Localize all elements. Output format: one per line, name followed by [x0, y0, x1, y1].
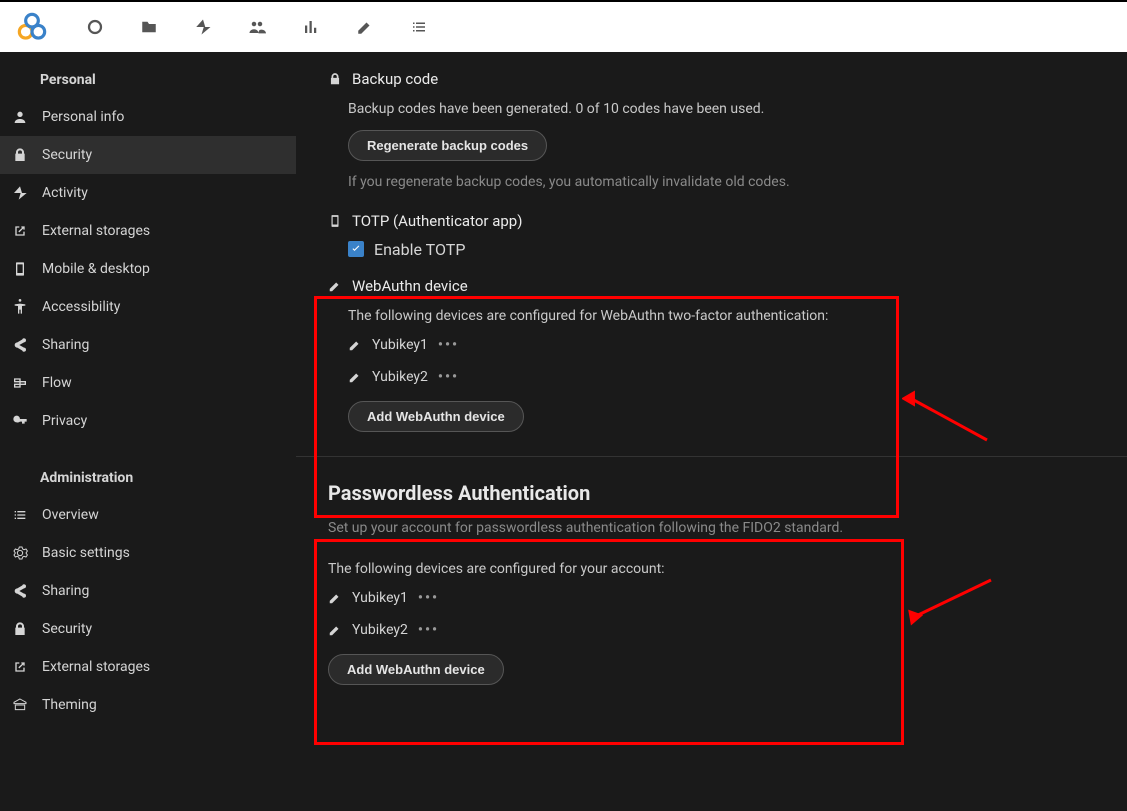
- device-actions-menu[interactable]: •••: [438, 370, 459, 384]
- sidebar-item-label: Sharing: [42, 583, 89, 599]
- sidebar-item-label: Security: [42, 621, 92, 637]
- sidebar-item-label: Security: [42, 147, 92, 163]
- sidebar-item-basic-settings[interactable]: Basic settings: [0, 534, 296, 572]
- sidebar-item-overview[interactable]: Overview: [0, 496, 296, 534]
- passwordless-configured-text: The following devices are configured for…: [328, 558, 1107, 580]
- sidebar-item-mobile-desktop[interactable]: Mobile & desktop: [0, 250, 296, 288]
- nav-list-icon[interactable]: [392, 2, 446, 52]
- totp-section-header: TOTP (Authenticator app): [328, 212, 1107, 230]
- nav-users-icon[interactable]: [230, 2, 284, 52]
- user-icon: [12, 109, 28, 125]
- sidebar-item-admin-security[interactable]: Security: [0, 610, 296, 648]
- external-icon: [12, 223, 28, 239]
- nav-edit-icon[interactable]: [338, 2, 392, 52]
- sidebar-item-label: Activity: [42, 185, 88, 201]
- nav-files-icon[interactable]: [122, 2, 176, 52]
- app-logo[interactable]: [8, 3, 56, 51]
- passwordless-desc: Set up your account for passwordless aut…: [328, 517, 1107, 539]
- pencil-icon: [328, 279, 342, 293]
- sidebar-item-external-storages[interactable]: External storages: [0, 212, 296, 250]
- regenerate-backup-codes-button[interactable]: Regenerate backup codes: [348, 130, 547, 161]
- webauthn-title: WebAuthn device: [352, 277, 468, 295]
- backup-warning-text: If you regenerate backup codes, you auto…: [348, 171, 1107, 193]
- add-webauthn-device-button-2[interactable]: Add WebAuthn device: [328, 654, 504, 685]
- lock-icon: [12, 147, 28, 163]
- webauthn-device-name: Yubikey1: [372, 337, 428, 353]
- webauthn-device-row: Yubikey2 •••: [348, 369, 1107, 385]
- totp-title: TOTP (Authenticator app): [352, 212, 522, 230]
- nav-dashboard-icon[interactable]: [68, 2, 122, 52]
- sidebar-item-activity[interactable]: Activity: [0, 174, 296, 212]
- gear-icon: [12, 545, 28, 561]
- section-divider: [296, 456, 1127, 457]
- sidebar-item-label: Sharing: [42, 337, 89, 353]
- pencil-icon: [348, 370, 362, 384]
- pencil-icon: [328, 623, 342, 637]
- sidebar-item-label: Overview: [42, 507, 99, 523]
- passwordless-device-name: Yubikey2: [352, 622, 408, 638]
- sidebar-item-label: External storages: [42, 223, 150, 239]
- flow-icon: [12, 375, 28, 391]
- backup-code-section-header: Backup code: [328, 70, 1107, 88]
- sidebar-item-admin-sharing[interactable]: Sharing: [0, 572, 296, 610]
- webauthn-device-name: Yubikey2: [372, 369, 428, 385]
- passwordless-device-row: Yubikey1 •••: [328, 590, 1107, 606]
- device-actions-menu[interactable]: •••: [418, 591, 439, 605]
- key-icon: [12, 413, 28, 429]
- webauthn-device-row: Yubikey1 •••: [348, 337, 1107, 353]
- sidebar-item-flow[interactable]: Flow: [0, 364, 296, 402]
- webauthn-section-header: WebAuthn device: [328, 277, 1107, 295]
- sidebar-item-label: External storages: [42, 659, 150, 675]
- share-icon: [12, 337, 28, 353]
- main-content: Backup code Backup codes have been gener…: [296, 52, 1127, 811]
- sidebar-item-security[interactable]: Security: [0, 136, 296, 174]
- sidebar-item-accessibility[interactable]: Accessibility: [0, 288, 296, 326]
- sidebar-header-admin: Administration: [0, 458, 296, 496]
- device-actions-menu[interactable]: •••: [418, 623, 439, 637]
- sidebar: Personal Personal info Security Activity…: [0, 52, 296, 811]
- passwordless-device-name: Yubikey1: [352, 590, 408, 606]
- backup-code-title: Backup code: [352, 70, 438, 88]
- external-icon: [12, 659, 28, 675]
- accessibility-icon: [12, 299, 28, 315]
- device-actions-menu[interactable]: •••: [438, 338, 459, 352]
- phone-icon: [328, 214, 342, 228]
- topbar: [0, 0, 1127, 52]
- sidebar-item-privacy[interactable]: Privacy: [0, 402, 296, 440]
- sidebar-item-label: Mobile & desktop: [42, 261, 150, 277]
- lock-icon: [12, 621, 28, 637]
- backup-status-text: Backup codes have been generated. 0 of 1…: [348, 98, 1107, 120]
- sidebar-item-label: Basic settings: [42, 545, 130, 561]
- passwordless-title: Passwordless Authentication: [328, 481, 1107, 505]
- sidebar-item-label: Theming: [42, 697, 97, 713]
- sidebar-item-theming[interactable]: Theming: [0, 686, 296, 724]
- sidebar-item-admin-external-storages[interactable]: External storages: [0, 648, 296, 686]
- nav-stats-icon[interactable]: [284, 2, 338, 52]
- sidebar-item-sharing[interactable]: Sharing: [0, 326, 296, 364]
- sidebar-item-label: Personal info: [42, 109, 124, 125]
- list-icon: [12, 507, 28, 523]
- sidebar-header-personal: Personal: [0, 60, 296, 98]
- sidebar-item-label: Flow: [42, 375, 72, 391]
- add-webauthn-device-button[interactable]: Add WebAuthn device: [348, 401, 524, 432]
- enable-totp-checkbox[interactable]: [348, 241, 364, 257]
- sidebar-item-label: Accessibility: [42, 299, 120, 315]
- bolt-icon: [12, 185, 28, 201]
- phone-icon: [12, 261, 28, 277]
- annotation-arrow: [902, 390, 992, 450]
- lock-icon: [328, 72, 342, 86]
- passwordless-device-row: Yubikey2 •••: [328, 622, 1107, 638]
- theme-icon: [12, 697, 28, 713]
- pencil-icon: [328, 591, 342, 605]
- sidebar-item-personal-info[interactable]: Personal info: [0, 98, 296, 136]
- share-icon: [12, 583, 28, 599]
- nav-activity-icon[interactable]: [176, 2, 230, 52]
- pencil-icon: [348, 338, 362, 352]
- sidebar-item-label: Privacy: [42, 413, 87, 429]
- webauthn-desc: The following devices are configured for…: [348, 305, 1107, 327]
- enable-totp-label: Enable TOTP: [374, 240, 465, 259]
